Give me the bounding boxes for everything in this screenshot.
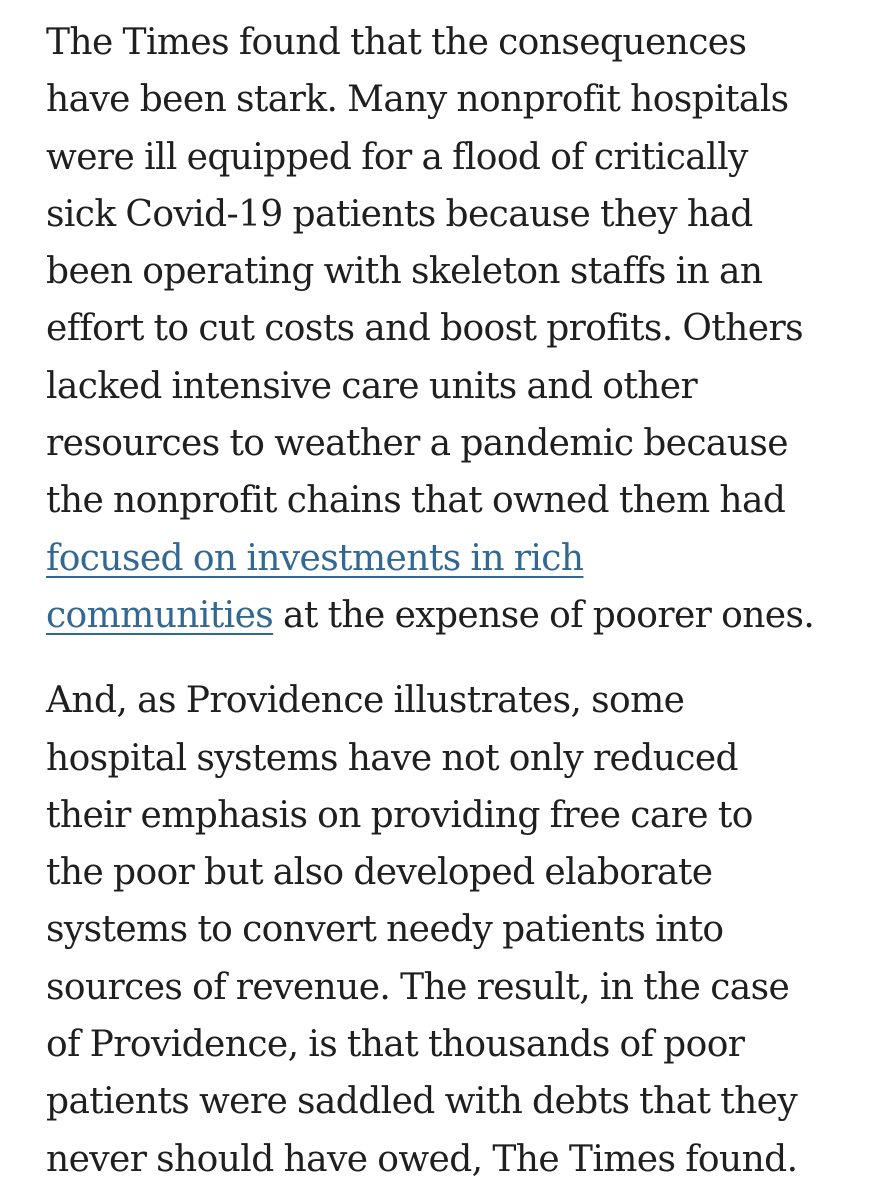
text-line: been operating with skeleton staffs in a…: [46, 251, 763, 293]
text-line: hospital systems have not only reduced: [46, 737, 739, 779]
link-trailing-text: at the expense of poorer ones.: [273, 594, 815, 636]
article-body: The Times found that the consequences ha…: [0, 0, 893, 1200]
text-line: their emphasis on providing free care to: [46, 794, 753, 836]
text-line: systems to convert needy patients into: [46, 909, 724, 951]
paragraph: The Times found that the consequences ha…: [46, 14, 893, 644]
investments-link[interactable]: focused on investments in rich: [46, 538, 584, 579]
text-line: The Times found that the consequences: [46, 22, 747, 63]
text-line: resources to weather a pandemic because: [46, 423, 789, 465]
text-line: And, as Providence illustrates, some: [46, 680, 685, 722]
text-line: the poor but also developed elaborate: [46, 852, 713, 894]
text-line: communities at the expense of poorer one…: [46, 587, 893, 644]
text-line: patients were saddled with debts that th…: [46, 1081, 798, 1123]
text-line: lacked intensive care units and other: [46, 365, 698, 407]
text-line: sources of revenue. The result, in the c…: [46, 966, 790, 1008]
text-line: effort to cut costs and boost profits. O…: [46, 308, 804, 350]
paragraph: And, as Providence illustrates, some hos…: [46, 672, 893, 1188]
text-line: never should have owed, The Times found.: [46, 1138, 798, 1180]
text-line: of Providence, is that thousands of poor: [46, 1024, 745, 1066]
text-line: the nonprofit chains that owned them had: [46, 480, 786, 522]
text-line: focused on investments in rich: [46, 530, 893, 587]
text-line: have been stark. Many nonprofit hospital…: [46, 79, 789, 121]
text-line: were ill equipped for a flood of critica…: [46, 136, 748, 178]
investments-link-continued[interactable]: communities: [46, 595, 274, 636]
text-line: sick Covid-19 patients because they had: [46, 193, 753, 235]
